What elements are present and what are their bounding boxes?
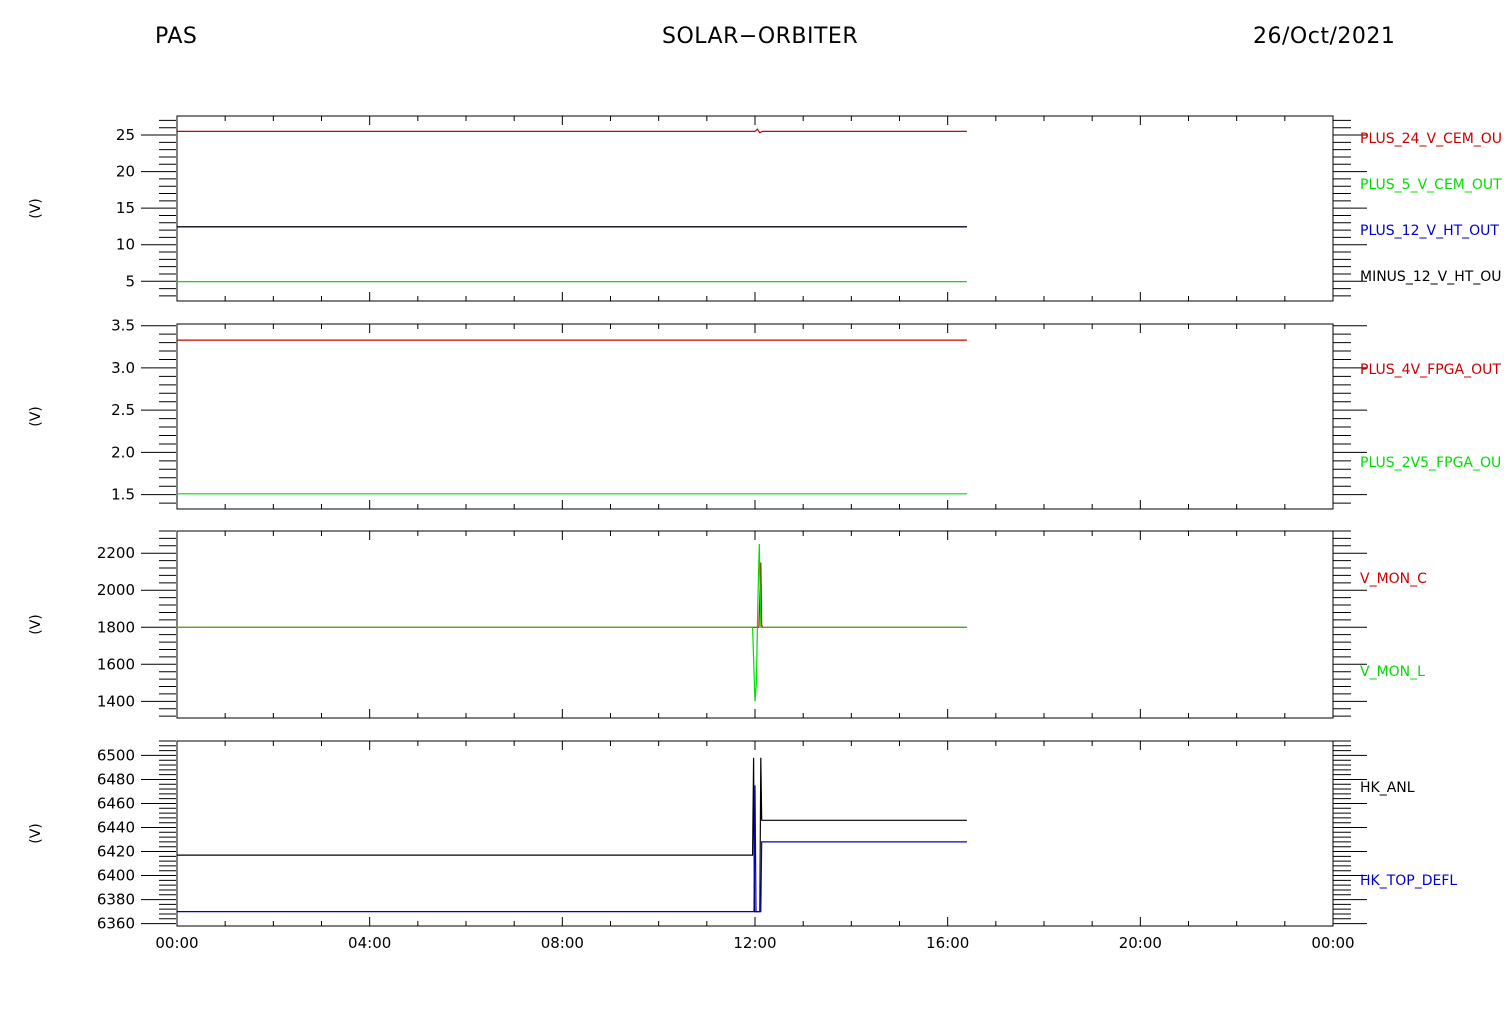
y-axis-label: (V): [28, 614, 44, 635]
y-tick-label: 15: [116, 199, 135, 217]
y-tick-label: 6380: [97, 891, 135, 909]
y-tick-label: 6480: [97, 770, 135, 788]
y-tick-label: 3.0: [111, 359, 135, 377]
y-tick-label: 6440: [97, 818, 135, 836]
y-tick-label: 1800: [97, 618, 135, 636]
y-tick-label: 6500: [97, 746, 135, 764]
x-tick-label: 20:00: [1119, 934, 1162, 952]
x-tick-label: 04:00: [348, 934, 391, 952]
y-tick-label: 5: [125, 272, 135, 290]
y-tick-label: 2000: [97, 581, 135, 599]
y-axis-label: (V): [28, 823, 44, 844]
y-tick-label: 2200: [97, 544, 135, 562]
y-tick-label: 6400: [97, 867, 135, 885]
legend-label: PLUS_5_V_CEM_OUT: [1360, 177, 1502, 193]
y-axis-label: (V): [28, 406, 44, 427]
legend-label: PLUS_24_V_CEM_OU: [1360, 131, 1502, 147]
legend-label: V_MON_L: [1360, 664, 1425, 680]
y-tick-label: 6360: [97, 915, 135, 933]
series-line-v-mon-c: [177, 562, 967, 628]
x-tick-label: 00:00: [155, 934, 198, 952]
y-tick-label: 25: [116, 126, 135, 144]
y-tick-label: 1.5: [111, 486, 135, 504]
legend-label: PLUS_4V_FPGA_OUT: [1360, 362, 1501, 378]
y-tick-label: 1400: [97, 692, 135, 710]
series-line-hk-top-defl: [177, 785, 967, 913]
housekeeping-voltage-charts: 5 10 15 20 25 (V) PLUS_24_V_CEM_OU PLUS_5_V_CEM…: [28, 115, 1502, 952]
y-axis-label: (V): [28, 198, 44, 219]
y-tick-label: 3.5: [111, 317, 135, 335]
y-tick-label: 2.0: [111, 443, 135, 461]
plot-frame-2: [176, 323, 1334, 510]
x-tick-label: 00:00: [1311, 934, 1354, 952]
y-tick-label: 20: [116, 163, 135, 181]
y-tick-label: 10: [116, 236, 135, 254]
series-line-hk-anl: [177, 757, 967, 913]
series-line-v-mon-l: [177, 543, 967, 702]
y-tick-label: 6460: [97, 794, 135, 812]
series-line-plus-24-v-cem-out: [177, 128, 967, 134]
x-tick-label: 16:00: [926, 934, 969, 952]
legend-label: MINUS_12_V_HT_OU: [1360, 269, 1502, 285]
y-tick-label: 2.5: [111, 401, 135, 419]
y-tick-label: 1600: [97, 655, 135, 673]
legend-label: HK_TOP_DEFL: [1360, 873, 1457, 889]
plot-frame-1: [176, 115, 1334, 302]
legend-label: PLUS_2V5_FPGA_OU: [1360, 455, 1501, 471]
x-tick-label: 12:00: [733, 934, 776, 952]
x-tick-label: 08:00: [541, 934, 584, 952]
y-tick-label: 6420: [97, 843, 135, 861]
legend-label: V_MON_C: [1360, 571, 1427, 587]
legend-label: HK_ANL: [1360, 780, 1415, 796]
legend-label: PLUS_12_V_HT_OUT: [1360, 223, 1499, 239]
